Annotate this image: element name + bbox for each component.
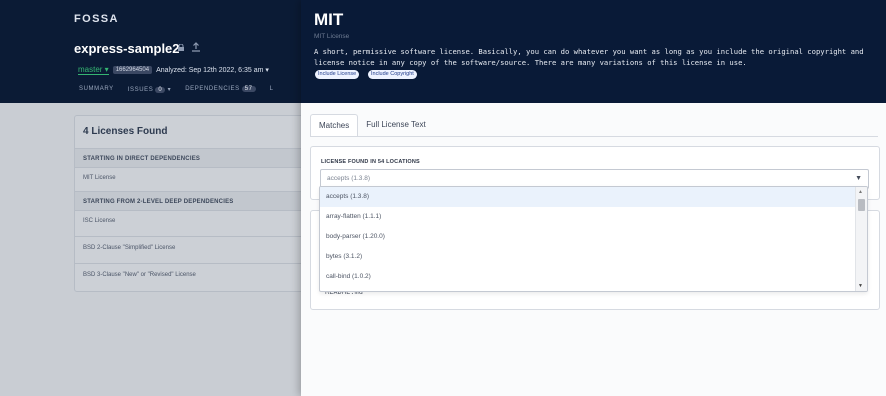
locations-label: LICENSE FOUND IN 54 LOCATIONS — [321, 159, 420, 165]
revision-badge: 1662964504 — [112, 66, 153, 74]
upload-icon[interactable] — [191, 42, 201, 52]
scroll-thumb[interactable] — [858, 199, 865, 211]
sub-nav: SUMMARY ISSUES 0 ▾ DEPENDENCIES 57 L — [79, 86, 274, 93]
panel-header: MIT MIT License A short, permissive soft… — [301, 0, 886, 103]
license-subtitle: MIT License — [314, 33, 350, 40]
scroll-down-icon[interactable]: ▼ — [858, 283, 863, 289]
issues-count-badge: 0 — [155, 87, 166, 93]
tag-include-copyright: Include Copyright — [368, 70, 417, 79]
analyzed-date[interactable]: Analyzed: Sep 12th 2022, 6:35 am ▾ — [156, 66, 269, 74]
tab-full-license-text[interactable]: Full License Text — [358, 114, 433, 135]
licenses-card: 4 Licenses Found STARTING IN DIRECT DEPE… — [74, 115, 316, 292]
lock-icon — [178, 44, 184, 51]
license-row-bsd2[interactable]: BSD 2-Clause "Simplified" License — [83, 245, 175, 251]
select-value: accepts (1.3.8) — [327, 175, 370, 182]
chevron-down-icon[interactable]: ▼ — [855, 175, 862, 182]
row-divider — [75, 236, 315, 237]
dropdown-option[interactable]: body-parser (1.20.0) — [320, 227, 856, 247]
project-title: express-sample2 — [74, 41, 180, 56]
deep-deps-header: STARTING FROM 2-LEVEL DEEP DEPENDENCIES — [75, 191, 315, 211]
scroll-up-icon[interactable]: ▲ — [858, 189, 863, 195]
dropdown-option[interactable]: accepts (1.3.8) — [320, 187, 856, 207]
license-row-bsd3[interactable]: BSD 3-Clause "New" or "Revised" License — [83, 272, 196, 278]
license-title: MIT — [314, 10, 344, 29]
location-dropdown[interactable]: accepts (1.3.8) array-flatten (1.1.1) bo… — [319, 186, 868, 292]
nav-summary[interactable]: SUMMARY — [79, 86, 114, 93]
tag-include-license: Include License — [315, 70, 360, 79]
licenses-found-title: 4 Licenses Found — [83, 126, 168, 137]
nav-dependencies[interactable]: DEPENDENCIES 57 — [185, 86, 256, 93]
dropdown-option[interactable]: bytes (3.1.2) — [320, 247, 856, 267]
panel-tabs: Matches Full License Text — [310, 114, 434, 136]
dropdown-scrollbar[interactable]: ▲ ▼ — [855, 187, 867, 291]
fossa-logo[interactable]: FOSSA — [74, 13, 119, 25]
dropdown-option[interactable]: array-flatten (1.1.1) — [320, 207, 856, 227]
license-description: A short, permissive software license. Ba… — [314, 47, 864, 67]
tab-matches[interactable]: Matches — [310, 114, 359, 136]
dropdown-option[interactable]: call-bind (1.0.2) — [320, 267, 856, 287]
branch-select[interactable]: master ▾ — [78, 65, 109, 75]
row-divider — [75, 263, 315, 264]
direct-deps-header: STARTING IN DIRECT DEPENDENCIES — [75, 148, 315, 168]
nav-licenses[interactable]: L — [270, 86, 274, 93]
branch-row: master ▾ 1662964504 Analyzed: Sep 12th 2… — [78, 65, 269, 75]
license-detail-panel: MIT MIT License A short, permissive soft… — [301, 0, 886, 396]
license-row-isc[interactable]: ISC License — [83, 218, 115, 224]
license-row-mit[interactable]: MIT License — [83, 175, 116, 181]
dependencies-count-badge: 57 — [241, 86, 256, 92]
tabs-divider — [310, 136, 878, 137]
nav-issues[interactable]: ISSUES 0 ▾ — [128, 86, 171, 93]
